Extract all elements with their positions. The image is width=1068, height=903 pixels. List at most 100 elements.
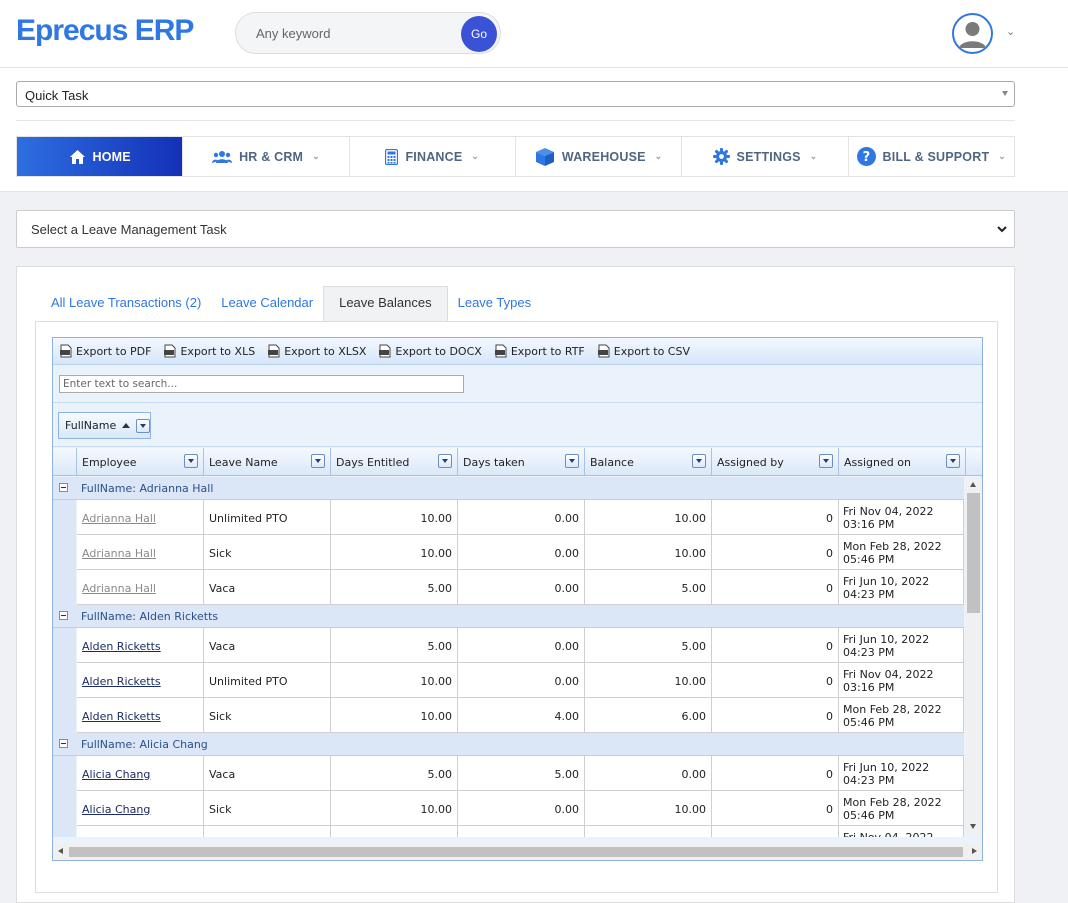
cell-days-entitled: 10.00: [331, 698, 458, 733]
column-header-employee[interactable]: Employee: [77, 448, 204, 476]
employee-link[interactable]: Alden Ricketts: [82, 710, 161, 723]
tab-leave-types[interactable]: Leave Types: [448, 286, 541, 322]
upper-region: Quick Task HOME HR & CRM ⌄ FINANCE ⌄ WAR…: [0, 68, 1068, 192]
cell-assigned-by: 0: [712, 535, 839, 570]
column-header-leave-name[interactable]: Leave Name: [204, 448, 331, 476]
export-rtf-button[interactable]: Export to RTF: [494, 344, 585, 358]
export-pdf-button[interactable]: Export to PDF: [59, 344, 151, 358]
filter-dropdown-icon[interactable]: [946, 454, 960, 468]
dropdown-arrow-icon: [1002, 91, 1008, 96]
row-indent: [53, 663, 76, 698]
collapse-icon[interactable]: [59, 739, 68, 748]
row-indent: [53, 570, 76, 605]
filter-dropdown-icon[interactable]: [184, 454, 198, 468]
group-row-label: FullName: Adrianna Hall: [81, 482, 214, 495]
filter-dropdown-icon[interactable]: [311, 454, 325, 468]
group-by-chip[interactable]: FullName: [58, 412, 151, 439]
group-row[interactable]: FullName: Alden Ricketts: [53, 605, 964, 628]
cell-leave-name: Unlimited PTO: [204, 663, 331, 698]
cell-employee: Alicia Chang: [77, 756, 204, 791]
cell-employee: Adrianna Hall: [77, 535, 204, 570]
cell-balance: 10.00: [585, 500, 712, 535]
nav-settings[interactable]: SETTINGS ⌄: [682, 137, 849, 176]
group-row-label: FullName: Alden Ricketts: [81, 610, 219, 623]
group-row[interactable]: FullName: Alicia Chang: [53, 733, 964, 756]
column-header-balance[interactable]: Balance: [585, 448, 712, 476]
quick-task-select[interactable]: Quick Task: [16, 81, 1015, 107]
vertical-scrollbar[interactable]: [965, 477, 982, 834]
employee-link[interactable]: Alicia Chang: [82, 803, 150, 816]
scroll-down-icon[interactable]: [965, 819, 982, 834]
scroll-left-icon[interactable]: [53, 844, 69, 860]
cell-leave-name: Sick: [204, 698, 331, 733]
filter-dropdown-icon[interactable]: [565, 454, 579, 468]
tab-leave-calendar[interactable]: Leave Calendar: [211, 286, 323, 322]
scroll-thumb[interactable]: [69, 847, 963, 857]
column-header-label: Leave Name: [209, 456, 278, 469]
cell-balance: 10.00: [585, 535, 712, 570]
row-indent: [53, 628, 76, 663]
employee-link[interactable]: Adrianna Hall: [82, 582, 156, 595]
nav-home[interactable]: HOME: [17, 137, 184, 176]
csv-file-icon: [597, 344, 610, 358]
column-header-days-taken[interactable]: Days taken: [458, 448, 585, 476]
cell-employee: Adrianna Hall: [77, 570, 204, 605]
chevron-down-icon: ⌄: [654, 151, 663, 161]
nav-hr-crm[interactable]: HR & CRM ⌄: [183, 137, 350, 176]
column-header-assigned-on[interactable]: Assigned on: [839, 448, 966, 476]
tab-leave-balances[interactable]: Leave Balances: [323, 286, 448, 322]
employee-link[interactable]: Adrianna Hall: [82, 547, 156, 560]
scroll-right-icon[interactable]: [966, 844, 982, 860]
export-docx-button[interactable]: Export to DOCX: [378, 344, 482, 358]
nav-bill-support[interactable]: ? BILL & SUPPORT ⌄: [849, 137, 1014, 176]
filter-dropdown-icon[interactable]: [692, 454, 706, 468]
chevron-down-icon: ⌄: [809, 151, 818, 161]
nav-finance[interactable]: FINANCE ⌄: [350, 137, 516, 176]
export-xls-button[interactable]: Export to XLS: [163, 344, 255, 358]
tab-all-leave-transactions[interactable]: All Leave Transactions (2): [41, 286, 211, 322]
cell-days-taken: 0.00: [458, 791, 585, 826]
cell-balance: 6.00: [585, 698, 712, 733]
app-logo[interactable]: Eprecus ERP: [16, 14, 194, 48]
export-xlsx-button[interactable]: Export to XLSX: [267, 344, 366, 358]
nav-home-label: HOME: [92, 149, 131, 164]
go-button[interactable]: Go: [461, 16, 497, 52]
column-header-assigned-by[interactable]: Assigned by: [712, 448, 839, 476]
collapse-icon[interactable]: [59, 611, 68, 620]
filter-dropdown-icon[interactable]: [819, 454, 833, 468]
leave-task-select[interactable]: Select a Leave Management Task: [16, 210, 1015, 248]
cell-assigned-by: [712, 826, 839, 837]
collapse-icon[interactable]: [59, 483, 68, 492]
search-input[interactable]: [256, 24, 456, 42]
row-indent: [53, 500, 76, 535]
filter-dropdown-icon[interactable]: [438, 454, 452, 468]
employee-link[interactable]: Alden Ricketts: [82, 640, 161, 653]
cell-assigned-on: Mon Feb 28, 2022 05:46 PM: [839, 535, 964, 570]
cell-assigned-on: Fri Nov 04, 2022 03:16: [839, 826, 964, 837]
nav-warehouse[interactable]: WAREHOUSE ⌄: [516, 137, 683, 176]
group-row[interactable]: FullName: Adrianna Hall: [53, 477, 964, 500]
chevron-down-icon[interactable]: ⌄: [1006, 25, 1015, 38]
export-xlsx-label: Export to XLSX: [284, 344, 367, 358]
user-icon: [959, 22, 986, 48]
scroll-thumb[interactable]: [967, 493, 980, 613]
user-avatar[interactable]: [952, 13, 993, 54]
cell-leave-name: Sick: [204, 791, 331, 826]
rtf-file-icon: [494, 344, 507, 358]
cell-employee: Alicia Chang: [77, 791, 204, 826]
table-row: Alden Ricketts Vaca 5.00 0.00 5.00 0 Fri…: [53, 628, 964, 663]
employee-link[interactable]: Adrianna Hall: [82, 512, 156, 525]
scroll-up-icon[interactable]: [965, 477, 982, 492]
xls-file-icon: [164, 344, 176, 358]
filter-dropdown-icon[interactable]: [136, 418, 150, 433]
horizontal-scrollbar[interactable]: [53, 844, 982, 860]
employee-link[interactable]: Alden Ricketts: [82, 675, 161, 688]
column-header-days-entitled[interactable]: Days Entitled: [331, 448, 458, 476]
employee-link[interactable]: Alicia Chang: [82, 768, 150, 781]
cell-employee: Alden Ricketts: [77, 628, 204, 663]
cell-days-entitled: 5.00: [331, 756, 458, 791]
grid-search-input[interactable]: [59, 375, 464, 393]
cell-days-entitled: 10.00: [331, 500, 458, 535]
row-indent: [53, 535, 76, 570]
export-csv-button[interactable]: Export to CSV: [597, 344, 690, 358]
